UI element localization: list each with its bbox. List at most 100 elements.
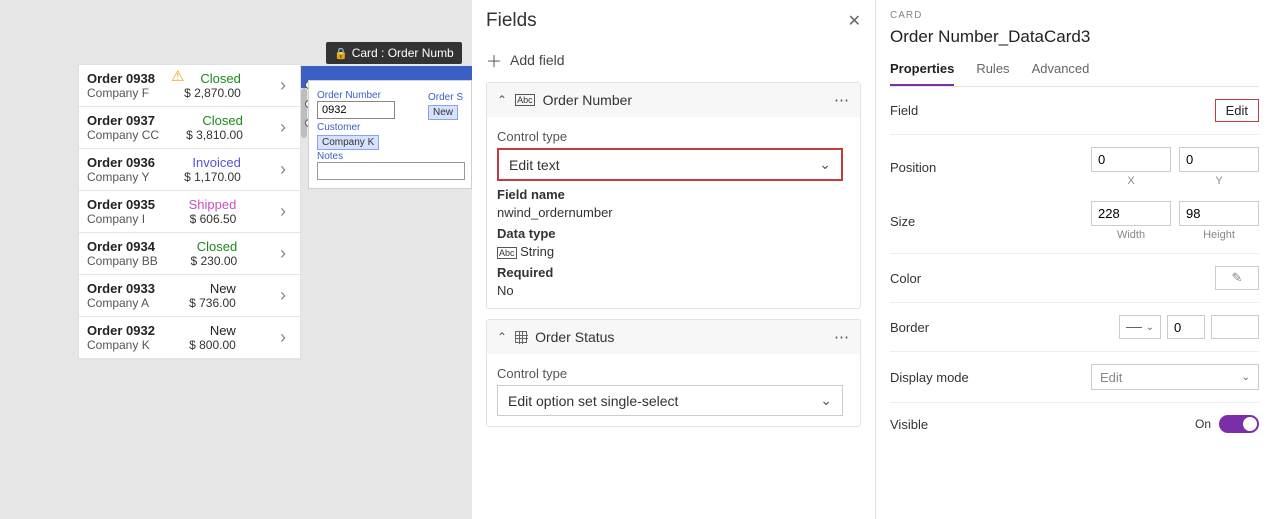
size-label: Size: [890, 214, 915, 229]
required-label: Required: [497, 265, 850, 280]
object-name: Order Number_DataCard3: [890, 27, 1259, 47]
height-sublabel: Height: [1179, 229, 1259, 241]
paint-icon: ✎: [1232, 270, 1243, 286]
form-card[interactable]: Order Number Order S New Customer Compan…: [308, 80, 472, 189]
data-type-label: Data type: [497, 226, 850, 241]
prop-row-position: Position X Y: [890, 135, 1259, 189]
order-list[interactable]: ⚠Order 0938Company FClosed$ 2,870.00›Ord…: [78, 64, 301, 360]
chevron-right-icon[interactable]: ›: [274, 285, 292, 306]
order-status: Shipped: [189, 197, 237, 212]
field-group-order-number: ⌃ Abc Order Number ⋯ Control type Edit t…: [486, 82, 861, 309]
chevron-right-icon[interactable]: ›: [274, 117, 292, 138]
order-row[interactable]: Order 0936Company YInvoiced$ 1,170.00›: [79, 149, 300, 191]
control-type-value: Edit text: [509, 157, 560, 173]
control-type-select[interactable]: Edit option set single-select ⌄: [497, 385, 843, 416]
chevron-right-icon[interactable]: ›: [274, 75, 292, 96]
customer-badge[interactable]: Company K: [317, 135, 379, 150]
notes-input[interactable]: [317, 162, 465, 180]
tab-rules[interactable]: Rules: [976, 61, 1009, 86]
display-mode-label: Display mode: [890, 370, 969, 385]
control-type-label: Control type: [497, 366, 850, 381]
chevron-right-icon[interactable]: ›: [274, 201, 292, 222]
order-status: New: [210, 323, 236, 338]
prop-row-color: Color ✎: [890, 254, 1259, 303]
tab-advanced[interactable]: Advanced: [1032, 61, 1090, 86]
order-row[interactable]: Order 0933Company ANew$ 736.00›: [79, 275, 300, 317]
chevron-down-icon: ⌃: [497, 330, 507, 344]
more-icon[interactable]: ⋯: [834, 91, 850, 109]
order-company: Company A: [87, 296, 155, 310]
border-width-input[interactable]: [1167, 315, 1205, 339]
field-name-value: nwind_ordernumber: [497, 205, 850, 220]
chevron-down-icon: ⌄: [819, 156, 831, 173]
field-group-header[interactable]: ⌃ Abc Order Number ⋯: [487, 83, 860, 117]
order-row[interactable]: Order 0932Company K New$ 800.00 ›: [79, 317, 300, 359]
x-sublabel: X: [1091, 175, 1171, 187]
border-label: Border: [890, 320, 929, 335]
order-title: Order 0937: [87, 113, 159, 128]
position-y-input[interactable]: [1179, 147, 1259, 172]
order-status-badge[interactable]: New: [428, 105, 458, 120]
display-mode-select[interactable]: Edit ⌄: [1091, 364, 1259, 390]
order-row[interactable]: Order 0937Company CCClosed$ 3,810.00›: [79, 107, 300, 149]
required-value: No: [497, 283, 850, 298]
fields-pane: Fields ✕ ＋ Add field ⌃ Abc Order Number …: [472, 0, 876, 519]
tab-properties[interactable]: Properties: [890, 61, 954, 86]
optionset-type-icon: [515, 331, 527, 343]
border-color-button[interactable]: [1211, 315, 1259, 339]
position-label: Position: [890, 160, 936, 175]
close-icon[interactable]: ✕: [848, 11, 861, 31]
order-title: Order 0936: [87, 155, 155, 170]
order-row[interactable]: Order 0934Company BBClosed$ 230.00›: [79, 233, 300, 275]
order-status: New: [210, 281, 236, 296]
order-amount: $ 800.00: [189, 338, 236, 352]
size-width-input[interactable]: [1091, 201, 1171, 226]
field-group-order-status: ⌃ Order Status ⋯ Control type Edit optio…: [486, 319, 861, 427]
field-group-title: Order Status: [535, 329, 614, 345]
chevron-down-icon: ⌄: [820, 392, 832, 409]
chevron-right-icon[interactable]: ›: [274, 243, 292, 264]
color-picker-button[interactable]: ✎: [1215, 266, 1259, 290]
chevron-right-icon[interactable]: ›: [274, 159, 292, 180]
list-scrollbar[interactable]: [301, 88, 307, 138]
add-field-button[interactable]: ＋ Add field: [486, 48, 861, 72]
plus-icon: ＋: [486, 48, 502, 72]
prop-row-border: Border ⌄: [890, 303, 1259, 352]
text-type-icon: Abc: [497, 247, 517, 259]
position-x-input[interactable]: [1091, 147, 1171, 172]
order-company: Company F: [87, 86, 155, 100]
field-prop-label: Field: [890, 103, 918, 118]
order-amount: $ 1,170.00: [184, 170, 241, 184]
order-status: Invoiced: [192, 155, 240, 170]
color-label: Color: [890, 271, 921, 286]
order-title: Order 0932: [87, 323, 155, 338]
order-company: Company K: [87, 338, 155, 352]
line-icon: [1126, 327, 1142, 328]
field-label-notes: Notes: [317, 151, 463, 162]
size-height-input[interactable]: [1179, 201, 1259, 226]
order-row[interactable]: ⚠Order 0938Company FClosed$ 2,870.00›: [79, 65, 300, 107]
lock-icon: 🔒: [334, 47, 348, 60]
field-group-header[interactable]: ⌃ Order Status ⋯: [487, 320, 860, 354]
chevron-down-icon: ⌄: [1242, 372, 1250, 383]
more-icon[interactable]: ⋯: [834, 328, 850, 346]
y-sublabel: Y: [1179, 175, 1259, 187]
control-type-value: Edit option set single-select: [508, 393, 678, 409]
prop-row-field: Field Edit: [890, 87, 1259, 135]
visible-toggle[interactable]: [1219, 415, 1259, 433]
order-company: Company CC: [87, 128, 159, 142]
properties-pane: CARD Order Number_DataCard3 Properties R…: [876, 0, 1273, 519]
object-type-caption: CARD: [890, 10, 1259, 21]
order-number-input[interactable]: [317, 101, 395, 119]
order-amount: $ 230.00: [190, 254, 237, 268]
chevron-right-icon[interactable]: ›: [274, 327, 292, 348]
chevron-down-icon: ⌃: [497, 93, 507, 107]
visible-label: Visible: [890, 417, 928, 432]
field-edit-button[interactable]: Edit: [1215, 99, 1259, 122]
visible-state-label: On: [1195, 417, 1211, 431]
text-type-icon: Abc: [515, 94, 535, 106]
control-type-select[interactable]: Edit text ⌄: [497, 148, 843, 181]
order-title: Order 0933: [87, 281, 155, 296]
border-style-select[interactable]: ⌄: [1119, 315, 1161, 339]
order-row[interactable]: Order 0935Company IShipped$ 606.50›: [79, 191, 300, 233]
